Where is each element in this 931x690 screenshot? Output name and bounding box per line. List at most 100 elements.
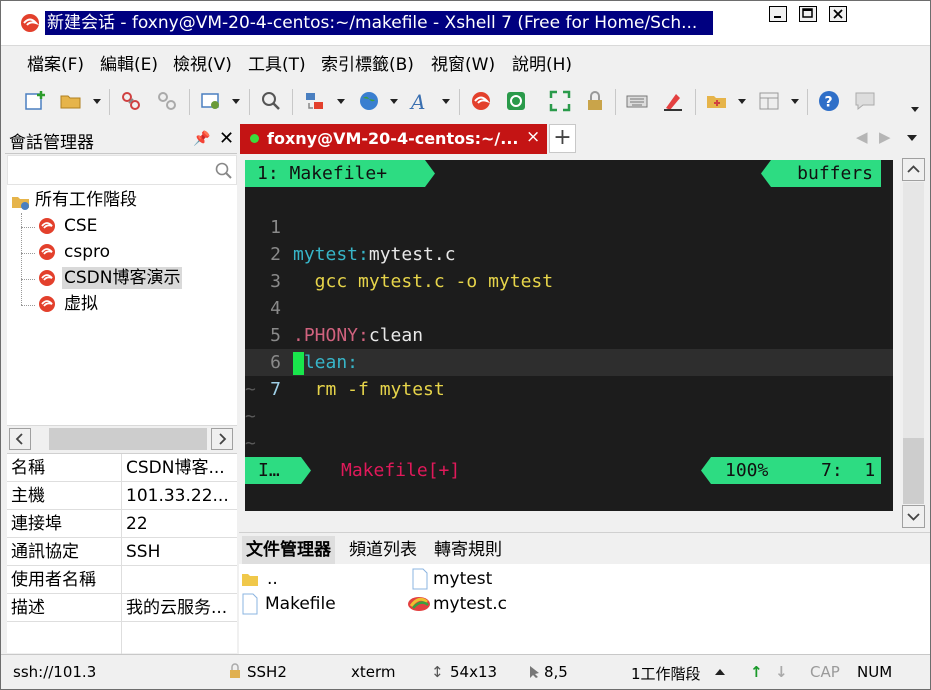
session-icon [39, 270, 55, 286]
tree-item-cspro[interactable]: cspro [64, 241, 110, 263]
toolbar-overflow-icon[interactable] [911, 107, 919, 112]
tree-item-csdn-demo[interactable]: CSDN博客演示 [62, 267, 183, 289]
folder-icon [12, 197, 29, 210]
font-icon[interactable]: A [409, 89, 433, 113]
new-tab-button[interactable]: + [549, 124, 576, 153]
status-cursor-pos: 8,5 [544, 663, 568, 681]
scroll-right-button[interactable] [211, 428, 233, 450]
menu-tools[interactable]: 工具(T) [248, 55, 306, 75]
tab-forwarding-rules[interactable]: 轉寄規則 [430, 536, 506, 564]
globe-dropdown-icon[interactable] [390, 99, 398, 104]
prop-key: 使用者名稱 [11, 570, 96, 590]
session-search-input[interactable] [7, 155, 237, 185]
session-tree-hscrollbar[interactable] [7, 425, 237, 451]
code-line: 5 clean: [245, 295, 358, 373]
search-icon[interactable] [214, 161, 234, 181]
chevron-up-icon [907, 165, 920, 173]
menu-edit[interactable]: 編輯(E) [100, 55, 158, 75]
xshell-app-icon[interactable] [19, 12, 41, 34]
scrollbar-thumb[interactable] [49, 428, 207, 450]
tab-file-manager[interactable]: 文件管理器 [242, 536, 335, 564]
upload-arrow-icon: ↑ [750, 663, 763, 681]
highlight-icon[interactable] [661, 89, 685, 113]
close-icon[interactable]: ✕ [219, 128, 234, 149]
fullscreen-icon[interactable] [548, 89, 572, 113]
close-window-button[interactable] [829, 6, 847, 22]
layout-dropdown-icon[interactable] [791, 99, 799, 104]
session-icon [39, 218, 55, 234]
terminal-vscrollbar[interactable] [900, 154, 927, 532]
minimize-button[interactable] [769, 6, 787, 22]
xftp-icon[interactable] [504, 89, 528, 113]
status-protocol: SSH2 [247, 663, 287, 681]
status-num-lock: NUM [857, 663, 893, 681]
file-icon [242, 593, 258, 615]
code-token: mytest.c [368, 244, 456, 265]
properties-dropdown-icon[interactable] [232, 99, 240, 104]
tree-item-cse[interactable]: CSE [64, 215, 97, 237]
tab-active-session[interactable]: foxny@VM-20-4-centos:~/... × [240, 124, 547, 154]
toolbar-separator [292, 89, 293, 115]
sessions-dropdown-icon[interactable] [715, 669, 725, 675]
tab-list-dropdown-icon[interactable] [907, 135, 917, 141]
xshell-icon[interactable] [469, 89, 493, 113]
scroll-up-button[interactable] [902, 158, 925, 181]
chevron-right-icon [219, 433, 227, 445]
svg-text:A: A [409, 90, 425, 113]
tab-channel-list[interactable]: 頻道列表 [345, 536, 421, 564]
vim-tabline: 1: Makefile+ buffers [245, 160, 893, 187]
maximize-button[interactable] [799, 6, 817, 22]
toolbar-separator [615, 89, 616, 115]
transfer-dropdown-icon[interactable] [337, 99, 345, 104]
tab-group-dropdown-icon[interactable] [738, 99, 746, 104]
code-line: 1 mytest:mytest.c [245, 187, 455, 265]
properties-icon[interactable] [199, 89, 223, 113]
pin-icon[interactable]: 📌 [193, 131, 210, 147]
connected-status-icon [250, 134, 259, 143]
menu-view[interactable]: 檢視(V) [173, 55, 232, 75]
help-icon[interactable]: ? [817, 89, 841, 113]
tab-close-icon[interactable]: × [526, 127, 540, 147]
toolbar-separator [109, 89, 110, 115]
vim-statusline: I… Makefile[+] 100% 7: 1 [245, 457, 893, 484]
find-icon[interactable] [259, 89, 283, 113]
font-dropdown-icon[interactable] [442, 99, 450, 104]
cursor-position-icon [530, 666, 539, 678]
title-bar[interactable]: 新建会话 - foxny@VM-20-4-centos:~/makefile -… [1, 1, 930, 45]
chat-icon[interactable] [853, 89, 877, 113]
prop-value: 我的云服务... [126, 598, 228, 618]
new-session-icon[interactable] [23, 89, 47, 113]
reconnect-icon[interactable] [119, 89, 143, 113]
keyboard-icon[interactable] [625, 89, 649, 113]
scroll-left-button[interactable] [9, 428, 31, 450]
menu-window[interactable]: 視窗(W) [431, 55, 495, 75]
tree-item-virtual[interactable]: 虚拟 [64, 293, 98, 315]
globe-icon[interactable] [357, 89, 381, 113]
open-folder-icon[interactable] [59, 89, 83, 113]
lock-icon[interactable] [583, 89, 607, 113]
xshell-window: 新建会话 - foxny@VM-20-4-centos:~/makefile -… [0, 0, 931, 690]
new-tab-group-icon[interactable] [705, 89, 729, 113]
layout-icon[interactable] [757, 89, 781, 113]
menu-help[interactable]: 說明(H) [512, 55, 572, 75]
tab-scroll-right-icon[interactable]: ▶ [879, 128, 891, 146]
toolbar-separator [459, 89, 460, 115]
menu-tabs[interactable]: 索引標籤(B) [321, 55, 414, 75]
vim-buffers-label: buffers [761, 160, 881, 187]
tree-root-all-sessions[interactable]: 所有工作階段 [35, 189, 137, 211]
transfer-icon[interactable] [303, 89, 327, 113]
vim-percent: 100% [725, 460, 769, 481]
tab-scroll-left-icon[interactable]: ◀ [856, 128, 868, 146]
folder-icon [242, 574, 258, 586]
tree-branch [21, 279, 35, 280]
disconnect-icon[interactable] [155, 89, 179, 113]
terminal-screen[interactable]: 1: Makefile+ buffers 1 mytest:mytest.c 2… [245, 160, 893, 511]
tree-branch [21, 253, 35, 254]
code-line: 7 [245, 349, 332, 400]
file-name: .. [267, 569, 278, 589]
menu-file[interactable]: 檔案(F) [27, 55, 84, 75]
open-dropdown-icon[interactable] [93, 99, 101, 104]
file-name: mytest [433, 569, 493, 589]
scrollbar-thumb[interactable] [903, 438, 924, 504]
scroll-down-button[interactable] [902, 505, 925, 528]
